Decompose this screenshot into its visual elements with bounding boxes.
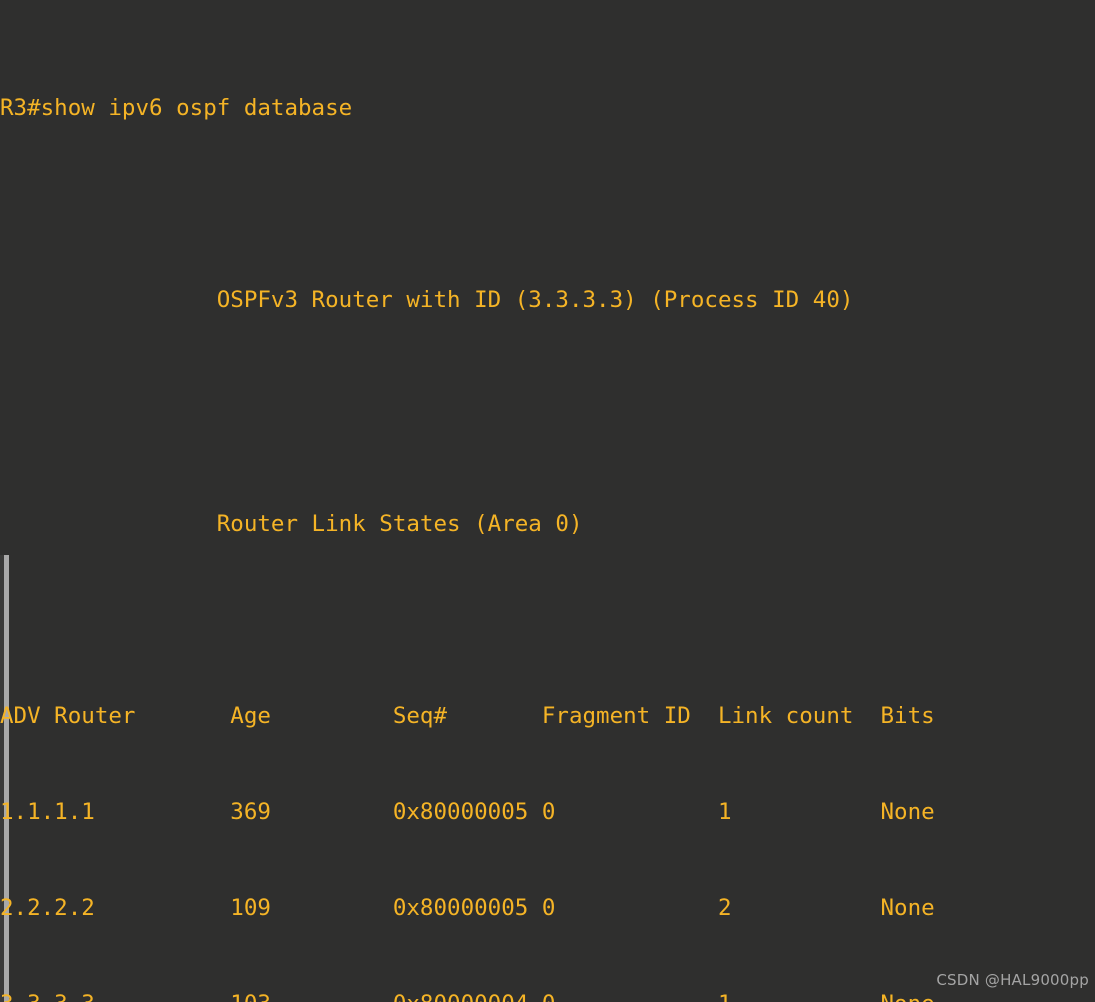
command-prompt-line: R3#show ipv6 ospf database	[0, 95, 353, 121]
terminal-output: R3#show ipv6 ospf database OSPFv3 Router…	[0, 0, 1095, 1002]
terminal-window[interactable]: R3#show ipv6 ospf database OSPFv3 Router…	[0, 0, 1095, 1002]
table-row: 1.1.1.1 369 0x80000005 0 1 None	[0, 799, 935, 825]
table-header-router-link-states: ADV Router Age Seq# Fragment ID Link cou…	[0, 703, 935, 729]
ospfv3-header-line: OSPFv3 Router with ID (3.3.3.3) (Process…	[0, 287, 854, 313]
section-title-router-link-states: Router Link States (Area 0)	[0, 511, 583, 537]
table-row: 3.3.3.3 103 0x80000004 0 1 None	[0, 988, 1095, 1002]
table-row: 2.2.2.2 109 0x80000005 0 2 None	[0, 895, 935, 921]
